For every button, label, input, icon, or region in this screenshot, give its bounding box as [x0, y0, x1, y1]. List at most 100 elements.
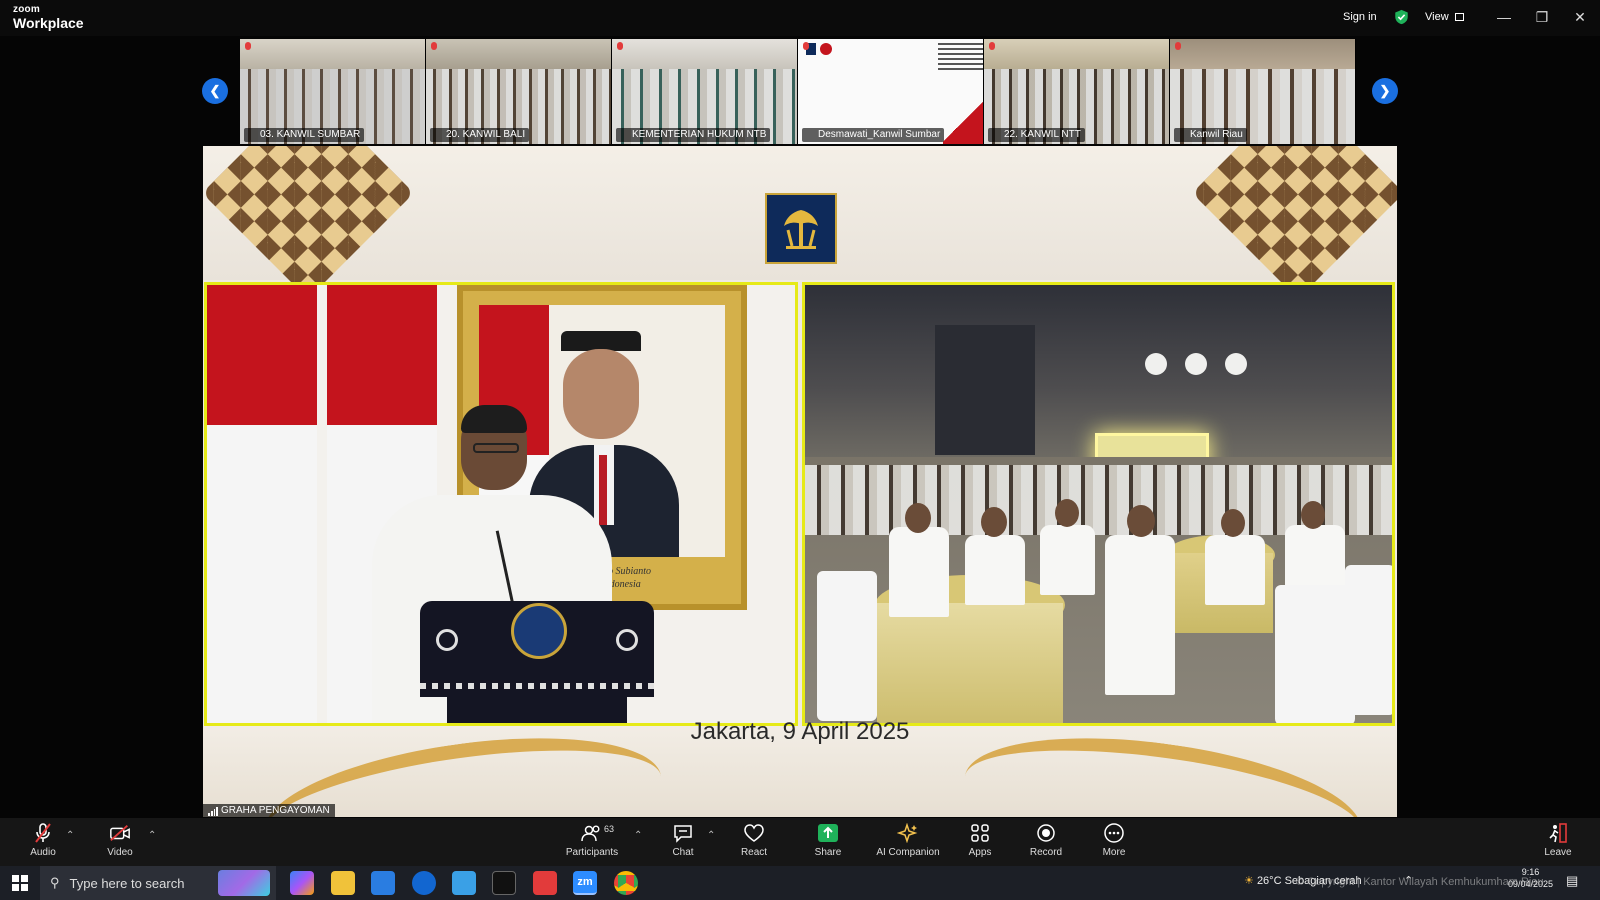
react-button[interactable]: React — [722, 822, 786, 864]
participant-name: 20. KANWIL BALI — [430, 128, 530, 142]
speaker-video-panel: ... M. Prabowo Subianto Republik Indones… — [204, 282, 798, 726]
participant-name: 03. KANWIL SUMBAR — [244, 128, 365, 142]
participants-options-chevron-icon[interactable]: ⌃ — [634, 830, 642, 841]
participant-tile[interactable]: Desmawati_Kanwil Sumbar — [798, 39, 984, 144]
react-label: React — [740, 847, 768, 858]
muted-mic-icon — [803, 42, 809, 50]
meeting-toolbar: Audio ⌃ Video ⌃ Participants 63 ⌃ Chat ⌃ — [0, 818, 1600, 866]
next-page-arrow-icon[interactable]: ❯ — [1372, 78, 1398, 104]
audio-label: Audio — [30, 847, 56, 858]
muted-mic-icon — [245, 42, 251, 50]
muted-mic-icon — [989, 42, 995, 50]
participant-tile[interactable]: KEMENTERIAN HUKUM NTB — [612, 39, 798, 144]
speaker-hair — [461, 405, 527, 433]
share-label: Share — [814, 847, 842, 858]
participant-tile[interactable]: 22. KANWIL NTT — [984, 39, 1170, 144]
zoom-window: zoom Workplace Sign in View — ❐ ✕ ❮ 03. … — [0, 0, 1600, 900]
video-off-icon — [109, 822, 131, 844]
video-options-chevron-icon[interactable]: ⌃ — [148, 830, 156, 841]
chat-bubble-icon — [672, 822, 694, 844]
stage-source-name: GRAHA PENGAYOMAN — [221, 805, 330, 816]
participant-tile[interactable]: 20. KANWIL BALI — [426, 39, 612, 144]
participants-label: Participants — [565, 847, 619, 858]
participant-name: KEMENTERIAN HUKUM NTB — [616, 128, 771, 142]
participants-icon — [581, 822, 603, 844]
more-button[interactable]: More — [1082, 822, 1146, 864]
participant-tile[interactable]: Kanwil Riau — [1170, 39, 1356, 144]
zoom-app-icon[interactable]: zm — [573, 871, 597, 895]
muted-microphone-icon — [32, 822, 54, 844]
outlook-icon[interactable] — [412, 871, 436, 895]
title-bar: zoom Workplace Sign in View — ❐ ✕ — [0, 0, 1600, 36]
record-button[interactable]: Record — [1014, 822, 1078, 864]
event-banner-top — [203, 146, 1397, 300]
participants-count: 63 — [604, 824, 615, 834]
audience-video-panel — [802, 282, 1395, 726]
ai-companion-button[interactable]: AI Companion — [872, 822, 944, 864]
participant-tile[interactable]: 03. KANWIL SUMBAR — [240, 39, 426, 144]
microsoft-store-icon[interactable] — [371, 871, 395, 895]
notifications-icon[interactable]: ▤ — [1566, 873, 1578, 889]
encryption-shield-icon[interactable] — [1394, 9, 1409, 25]
weather-icon: ☀ — [1244, 875, 1254, 887]
muted-mic-icon — [617, 42, 623, 50]
ministry-emblem-icon — [765, 193, 837, 264]
minimize-icon[interactable]: — — [1489, 6, 1519, 28]
search-icon: ⚲ — [50, 875, 60, 890]
close-icon[interactable]: ✕ — [1565, 6, 1595, 28]
video-button[interactable]: Video — [88, 822, 152, 864]
terminal-icon[interactable] — [492, 871, 516, 895]
apps-grid-icon — [969, 822, 991, 844]
muted-mic-icon — [1175, 42, 1181, 50]
ai-sparkle-icon — [897, 822, 919, 844]
logo-zoom-text: zoom — [13, 4, 40, 15]
chat-options-chevron-icon[interactable]: ⌃ — [707, 830, 715, 841]
apps-button[interactable]: Apps — [948, 822, 1012, 864]
participant-name: 22. KANWIL NTT — [988, 128, 1085, 142]
ketupat-ornament — [203, 146, 415, 300]
participant-name: Desmawati_Kanwil Sumbar — [802, 128, 945, 142]
signal-bars-icon — [208, 807, 218, 816]
muted-mic-icon — [431, 42, 437, 50]
share-button[interactable]: Share — [796, 822, 860, 864]
leave-door-icon — [1547, 822, 1569, 844]
view-label: View — [1425, 11, 1449, 23]
video-label: Video — [107, 847, 133, 858]
prev-page-arrow-icon[interactable]: ❮ — [202, 78, 228, 104]
taskbar-search-input[interactable]: ⚲ Type here to search — [40, 866, 276, 900]
grid-icon — [1454, 13, 1464, 21]
record-label: Record — [1029, 847, 1063, 858]
heart-icon — [743, 822, 765, 844]
gallery-strip: 03. KANWIL SUMBAR 20. KANWIL BALI KEMENT… — [240, 39, 1360, 144]
audio-button[interactable]: Audio — [11, 822, 75, 864]
event-place-date: Jakarta, 9 April 2025 — [690, 718, 910, 745]
ai-companion-label: AI Companion — [876, 847, 940, 858]
record-icon — [1035, 822, 1057, 844]
chat-button[interactable]: Chat — [651, 822, 715, 864]
stage-source-label: GRAHA PENGAYOMAN — [203, 804, 335, 817]
podium-emblem-icon — [511, 603, 567, 659]
logo-workplace-text: Workplace — [13, 15, 84, 31]
audio-options-chevron-icon[interactable]: ⌃ — [66, 830, 74, 841]
copyright-watermark: © Copyright | Kantor Wilayah Kemhukumham… — [1296, 876, 1544, 888]
apps-label: Apps — [968, 847, 992, 858]
active-video-stage[interactable]: ... M. Prabowo Subianto Republik Indones… — [203, 146, 1397, 817]
leave-label: Leave — [1544, 847, 1572, 858]
participant-name: Kanwil Riau — [1174, 128, 1247, 142]
file-explorer-icon[interactable] — [331, 871, 355, 895]
chrome-icon[interactable] — [614, 871, 638, 895]
windows-start-icon[interactable] — [12, 875, 28, 891]
news-app-icon[interactable] — [452, 871, 476, 895]
sign-in-link[interactable]: Sign in — [1343, 11, 1377, 23]
copilot-app-icon[interactable] — [290, 871, 314, 895]
view-button[interactable]: View — [1425, 11, 1464, 23]
search-placeholder: Type here to search — [69, 875, 185, 891]
restore-icon[interactable]: ❐ — [1527, 6, 1557, 28]
screen-recorder-icon[interactable] — [533, 871, 557, 895]
zoom-workplace-logo: zoom Workplace — [13, 4, 84, 31]
more-label: More — [1102, 847, 1126, 858]
search-highlight-art — [218, 870, 270, 896]
participants-button[interactable]: Participants — [560, 822, 624, 864]
chat-label: Chat — [672, 847, 694, 858]
leave-button[interactable]: Leave — [1528, 822, 1588, 864]
